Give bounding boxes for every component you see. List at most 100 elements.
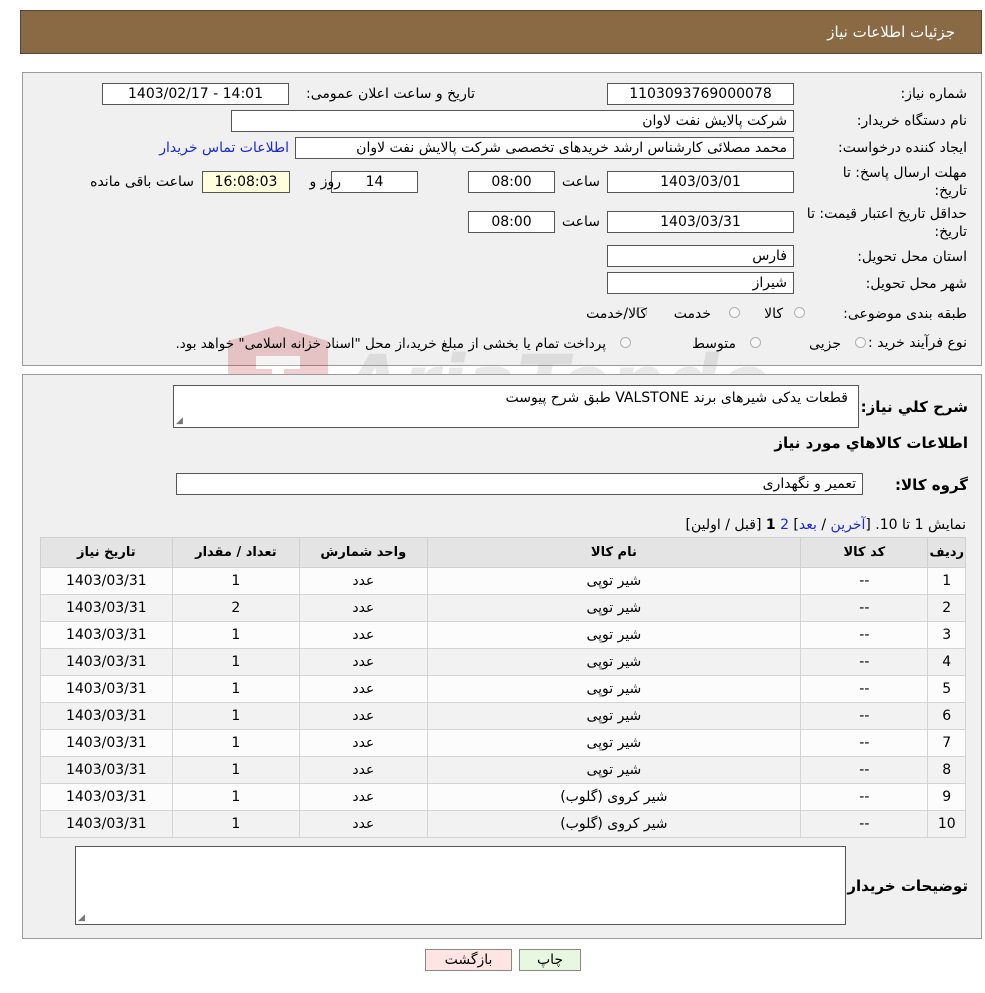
cell-quantity: 1 bbox=[171, 648, 301, 676]
announce-datetime-field: 1403/02/17 - 14:01 bbox=[102, 83, 289, 105]
buyer-notes-textarea[interactable]: ◢ bbox=[75, 846, 846, 925]
category-radio-goods[interactable] bbox=[794, 307, 805, 318]
cell-need-date: 1403/03/31 bbox=[40, 648, 173, 676]
col-header-need-date: تاریخ نیاز bbox=[40, 537, 173, 568]
pagination-page-2-link[interactable]: 2 bbox=[780, 517, 789, 533]
cell-item-name: شیر توپی bbox=[426, 648, 802, 676]
city-label: شهر محل تحویل: bbox=[865, 276, 967, 292]
cell-row-number: 2 bbox=[927, 594, 966, 622]
process-radio-treasury[interactable] bbox=[620, 337, 631, 348]
cell-item-code: -- bbox=[800, 567, 929, 595]
cell-item-code: -- bbox=[800, 810, 929, 838]
cell-row-number: 5 bbox=[927, 675, 966, 703]
cell-item-code: -- bbox=[800, 648, 929, 676]
table-row: 8 -- شیر توپی عدد 1 1403/03/31 bbox=[40, 756, 966, 784]
resize-grip-icon[interactable]: ◢ bbox=[176, 416, 183, 426]
cell-item-name: شیر توپی bbox=[426, 621, 802, 649]
cell-quantity: 1 bbox=[171, 702, 301, 730]
col-header-unit: واحد شمارش bbox=[299, 537, 428, 568]
cell-item-code: -- bbox=[800, 756, 929, 784]
pagination-current-page: 1 bbox=[765, 517, 776, 533]
table-row: 2 -- شیر توپی عدد 2 1403/03/31 bbox=[40, 594, 966, 622]
category-radio-service[interactable] bbox=[729, 307, 740, 318]
summary-textarea[interactable]: قطعات یدکی شیرهای برند VALSTONE طبق شرح … bbox=[173, 385, 859, 428]
table-row: 3 -- شیر توپی عدد 1 1403/03/31 bbox=[40, 621, 966, 649]
cell-unit: عدد bbox=[299, 648, 428, 676]
cell-item-name: شیر توپی bbox=[426, 675, 802, 703]
category-option-goods: کالا bbox=[764, 306, 783, 322]
cell-unit: عدد bbox=[299, 621, 428, 649]
resize-grip-icon[interactable]: ◢ bbox=[78, 913, 85, 923]
validity-label: حداقل تاریخ اعتبار قیمت: تا bbox=[806, 206, 967, 222]
cell-item-code: -- bbox=[800, 702, 929, 730]
cell-row-number: 3 bbox=[927, 621, 966, 649]
cell-quantity: 2 bbox=[171, 594, 301, 622]
pagination-next-link[interactable]: بعد bbox=[799, 517, 817, 533]
cell-item-name: شیر کروی (گلوب) bbox=[426, 810, 802, 838]
goods-info-title: اطلاعات کالاهاي مورد نياز bbox=[774, 434, 968, 452]
cell-quantity: 1 bbox=[171, 675, 301, 703]
table-row: 6 -- شیر توپی عدد 1 1403/03/31 bbox=[40, 702, 966, 730]
cell-need-date: 1403/03/31 bbox=[40, 756, 173, 784]
summary-label: شرح کلي نياز: bbox=[860, 398, 968, 416]
days-field: 14 bbox=[331, 171, 418, 193]
process-radio-medium[interactable] bbox=[750, 337, 761, 348]
need-number-label: شماره نیاز: bbox=[900, 86, 968, 102]
group-label: گروه کالا: bbox=[895, 476, 968, 494]
cell-quantity: 1 bbox=[171, 621, 301, 649]
cell-unit: عدد bbox=[299, 729, 428, 757]
cell-item-name: شیر توپی bbox=[426, 702, 802, 730]
remaining-time-field: 16:08:03 bbox=[202, 171, 290, 193]
cell-row-number: 4 bbox=[927, 648, 966, 676]
cell-need-date: 1403/03/31 bbox=[40, 729, 173, 757]
cell-unit: عدد bbox=[299, 810, 428, 838]
col-header-item-code: کد کالا bbox=[800, 537, 929, 568]
info-panel: AriaTender.neT شماره نیاز: 1103093769000… bbox=[22, 72, 985, 439]
print-button[interactable]: چاپ bbox=[519, 949, 581, 971]
page-header: جزئیات اطلاعات نیاز bbox=[20, 10, 982, 54]
days-label: روز و bbox=[309, 174, 342, 190]
cell-quantity: 1 bbox=[171, 567, 301, 595]
cell-need-date: 1403/03/31 bbox=[40, 783, 173, 811]
deadline-label: مهلت ارسال پاسخ: تا bbox=[842, 165, 967, 181]
cell-quantity: 1 bbox=[171, 783, 301, 811]
table-row: 5 -- شیر توپی عدد 1 1403/03/31 bbox=[40, 675, 966, 703]
validity-time-field: 08:00 bbox=[468, 211, 555, 233]
process-option-medium: متوسط bbox=[692, 336, 736, 352]
summary-text: قطعات یدکی شیرهای برند VALSTONE طبق شرح … bbox=[505, 390, 848, 406]
buyer-contact-link[interactable]: اطلاعات تماس خریدار bbox=[159, 140, 289, 156]
pagination-prev-first: [قبل / اولین] bbox=[685, 517, 762, 533]
need-number-field: 1103093769000078 bbox=[607, 83, 794, 105]
category-option-service: خدمت bbox=[673, 306, 711, 322]
cell-need-date: 1403/03/31 bbox=[40, 810, 173, 838]
cell-item-name: شیر توپی bbox=[426, 567, 802, 595]
cell-item-code: -- bbox=[800, 621, 929, 649]
cell-unit: عدد bbox=[299, 756, 428, 784]
creator-field: محمد مصلائی کارشناس ارشد خریدهای تخصصی ش… bbox=[295, 137, 794, 159]
cell-quantity: 1 bbox=[171, 810, 301, 838]
pagination-last-link[interactable]: آخرین bbox=[831, 517, 866, 533]
validity-label-date: تاریخ: bbox=[934, 224, 967, 240]
buyer-label: نام دستگاه خریدار: bbox=[856, 113, 967, 129]
cell-row-number: 1 bbox=[927, 567, 966, 595]
process-option-minor: جزیی bbox=[809, 336, 841, 352]
cell-unit: عدد bbox=[299, 567, 428, 595]
back-button[interactable]: بازگشت bbox=[425, 949, 512, 971]
pagination: نمایش 1 تا 10. [آخرین / بعد] 2 1 [قبل / … bbox=[685, 517, 966, 533]
cell-item-code: -- bbox=[800, 675, 929, 703]
col-header-item-name: نام کالا bbox=[426, 537, 802, 568]
validity-date-field: 1403/03/31 bbox=[607, 211, 794, 233]
remaining-label: ساعت باقی مانده bbox=[90, 174, 194, 190]
pagination-showing: نمایش 1 تا 10. bbox=[875, 517, 966, 533]
cell-need-date: 1403/03/31 bbox=[40, 621, 173, 649]
deadline-date-field: 1403/03/01 bbox=[607, 171, 794, 193]
process-radio-minor[interactable] bbox=[855, 337, 866, 348]
province-field: فارس bbox=[607, 245, 794, 267]
buyer-field: شرکت پالایش نفت لاوان bbox=[231, 110, 794, 132]
table-row: 4 -- شیر توپی عدد 1 1403/03/31 bbox=[40, 648, 966, 676]
cell-item-code: -- bbox=[800, 729, 929, 757]
cell-unit: عدد bbox=[299, 594, 428, 622]
cell-item-name: شیر توپی bbox=[426, 729, 802, 757]
cell-item-name: شیر توپی bbox=[426, 594, 802, 622]
col-header-quantity: تعداد / مقدار bbox=[171, 537, 301, 568]
